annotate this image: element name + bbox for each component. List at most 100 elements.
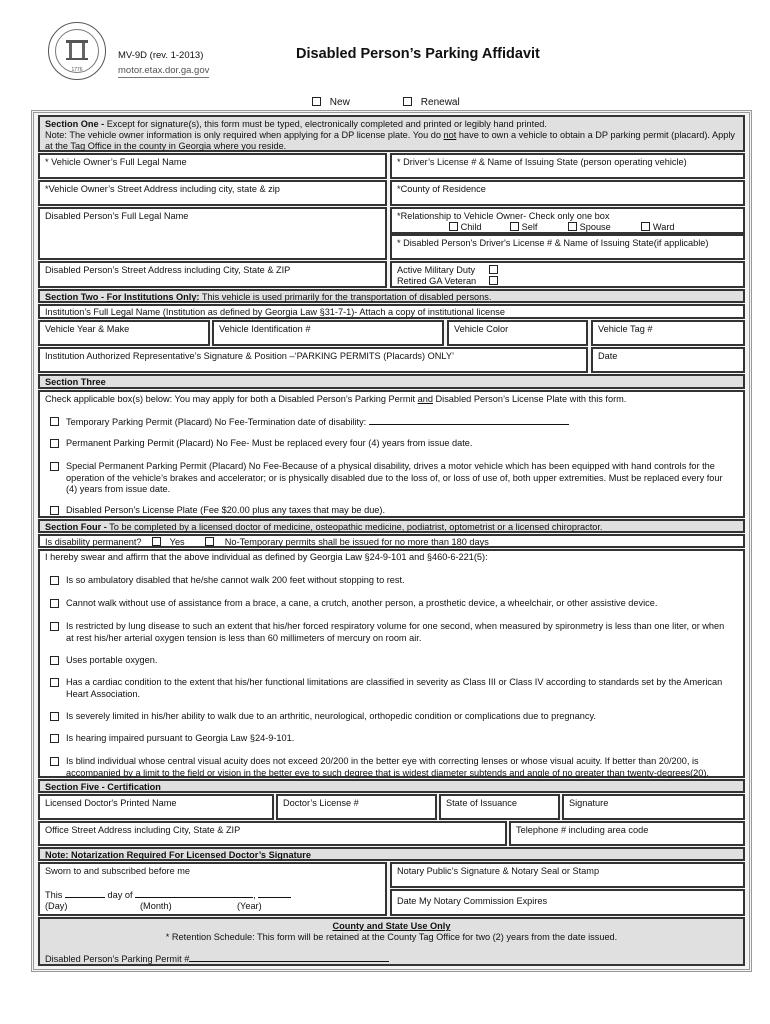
vehicle-tag-field[interactable]: Vehicle Tag # [591, 320, 745, 346]
disabled-person-license-field[interactable]: * Disabled Person's Driver's License # &… [390, 234, 745, 260]
doctor-name-field[interactable]: Licensed Doctor's Printed Name [38, 794, 274, 820]
relationship-child[interactable]: Child [449, 222, 482, 232]
field-label: Institution’s Full Legal Name (Instituti… [45, 307, 505, 317]
permanent-permit-checkbox[interactable] [50, 439, 59, 448]
new-checkbox[interactable] [312, 97, 321, 106]
condition-item[interactable]: Is blind individual whose central visual… [50, 756, 733, 779]
field-label: Date My Notary Commission Expires [397, 896, 548, 906]
field-label: * Driver’s License # & Name of Issuing S… [397, 157, 687, 167]
termination-date-field[interactable] [368, 416, 569, 425]
condition-checkbox[interactable] [50, 734, 59, 743]
active-military-checkbox[interactable] [489, 265, 498, 274]
vehicle-owner-name-field[interactable]: * Vehicle Owner’s Full Legal Name [38, 153, 387, 179]
notary-title: Note: Notarization Required For Licensed… [45, 850, 311, 860]
permanent-question: Is disability permanent? [45, 537, 142, 547]
spouse-checkbox[interactable] [568, 222, 578, 231]
disabled-person-name-field[interactable]: Disabled Person’s Full Legal Name [38, 207, 387, 260]
relationship-field: *Relationship to Vehicle Owner- Check on… [390, 207, 745, 234]
relationship-self[interactable]: Self [510, 222, 537, 232]
condition-item[interactable]: Has a cardiac condition to the extent th… [50, 677, 733, 700]
field-label: Office Street Address including City, St… [45, 825, 241, 835]
section-four-header: Section Four - To be completed by a lice… [38, 519, 745, 533]
new-label: New [329, 97, 350, 108]
disability-permanent-row: Is disability permanent? Yes No-Temporar… [38, 534, 745, 548]
permit-number-field[interactable] [189, 953, 390, 962]
vehicle-year-make-field[interactable]: Vehicle Year & Make [38, 320, 210, 346]
doctor-license-field[interactable]: Doctor’s License # [276, 794, 437, 820]
telephone-field[interactable]: Telephone # including area code [509, 821, 745, 846]
field-label: Licensed Doctor's Printed Name [45, 798, 177, 808]
county-of-residence-field[interactable]: *County of Residence [390, 180, 745, 206]
disabled-person-address-field[interactable]: Disabled Person’s Street Address includi… [38, 261, 387, 288]
affirmation-text: I hereby swear and affirm that the above… [45, 552, 488, 562]
seal-year: 1776 [71, 67, 83, 73]
retention-schedule: * Retention Schedule: This form will be … [165, 932, 618, 942]
field-label: * Vehicle Owner’s Full Legal Name [45, 157, 187, 167]
new-option[interactable]: New [312, 97, 350, 108]
field-label: Vehicle Year & Make [45, 324, 130, 334]
condition-checkbox[interactable] [50, 576, 59, 585]
child-checkbox[interactable] [449, 222, 458, 231]
section-one-note: Note: The vehicle owner information is o… [45, 130, 735, 151]
condition-item[interactable]: Uses portable oxygen. [50, 655, 733, 667]
permanent-no-checkbox[interactable] [205, 537, 215, 546]
website-link[interactable]: motor.etax.dor.ga.gov [118, 65, 210, 78]
conditions-list: I hereby swear and affirm that the above… [38, 549, 745, 778]
month-field[interactable] [135, 889, 254, 898]
temporary-permit-option[interactable]: Temporary Parking Permit (Placard) No Fe… [50, 416, 733, 429]
condition-checkbox[interactable] [50, 622, 59, 631]
temporary-permit-checkbox[interactable] [50, 417, 59, 426]
commission-expires-field[interactable]: Date My Notary Commission Expires [390, 889, 745, 916]
state-of-issuance-field[interactable]: State of Issuance [439, 794, 560, 820]
condition-checkbox[interactable] [50, 599, 59, 608]
license-plate-checkbox[interactable] [50, 506, 59, 515]
notary-signature-field[interactable]: Notary Public’s Signature & Notary Seal … [390, 862, 745, 888]
permit-number-row: Disabled Person’s Parking Permit # [45, 953, 738, 965]
institution-date-field[interactable]: Date [591, 347, 745, 373]
field-label: Disabled Person’s Street Address includi… [45, 265, 291, 275]
special-permanent-permit-checkbox[interactable] [50, 462, 59, 471]
doctor-signature-field[interactable]: Signature [562, 794, 745, 820]
condition-item[interactable]: Is hearing impaired pursuant to Georgia … [50, 733, 733, 745]
day-field[interactable] [64, 889, 105, 898]
vehicle-owner-address-field[interactable]: *Vehicle Owner’s Street Address includin… [38, 180, 387, 206]
vin-field[interactable]: Vehicle Identification # [212, 320, 444, 346]
permanent-yes-checkbox[interactable] [152, 537, 162, 546]
condition-item[interactable]: Cannot walk without use of assistance fr… [50, 598, 733, 610]
field-label: *Relationship to Vehicle Owner- Check on… [397, 211, 610, 221]
ward-checkbox[interactable] [641, 222, 651, 231]
field-label: Telephone # including area code [516, 825, 649, 835]
permanent-permit-option[interactable]: Permanent Parking Permit (Placard) No Fe… [50, 438, 733, 450]
section-two-title: Section Two - [45, 292, 107, 302]
field-label: * Disabled Person's Driver's License # &… [397, 238, 709, 248]
self-checkbox[interactable] [510, 222, 520, 231]
condition-checkbox[interactable] [50, 757, 59, 766]
form-container: Section One - Except for signature(s), t… [31, 110, 752, 972]
section-three-title: Section Three [45, 377, 106, 387]
year-field[interactable] [258, 889, 292, 898]
license-plate-option[interactable]: Disabled Person’s License Plate (Fee $20… [50, 505, 733, 517]
relationship-ward[interactable]: Ward [641, 222, 675, 232]
condition-item[interactable]: Is restricted by lung disease to such an… [50, 621, 733, 644]
office-address-field[interactable]: Office Street Address including City, St… [38, 821, 507, 846]
sworn-field: Sworn to and subscribed before me This d… [38, 862, 387, 916]
field-label: Vehicle Tag # [598, 324, 653, 334]
section-three-intro: Check applicable box(s) below: You may a… [45, 394, 627, 404]
vehicle-color-field[interactable]: Vehicle Color [447, 320, 588, 346]
condition-item[interactable]: Is so ambulatory disabled that he/she ca… [50, 575, 733, 587]
institution-name-field[interactable]: Institution’s Full Legal Name (Instituti… [38, 304, 745, 319]
relationship-spouse[interactable]: Spouse [568, 222, 611, 232]
condition-item[interactable]: Is severely limited in his/her ability t… [50, 711, 733, 723]
retired-veteran-checkbox[interactable] [489, 275, 498, 285]
renewal-option[interactable]: Renewal [403, 97, 460, 108]
drivers-license-field[interactable]: * Driver’s License # & Name of Issuing S… [390, 153, 745, 179]
rep-signature-field[interactable]: Institution Authorized Representative’s … [38, 347, 588, 373]
condition-checkbox[interactable] [50, 712, 59, 721]
seal-arch-icon [66, 40, 88, 60]
field-label: Disabled Person’s Full Legal Name [45, 211, 189, 221]
section-one-title: Section One - [45, 119, 105, 129]
condition-checkbox[interactable] [50, 678, 59, 687]
condition-checkbox[interactable] [50, 656, 59, 665]
renewal-checkbox[interactable] [403, 97, 412, 106]
special-permanent-permit-option[interactable]: Special Permanent Parking Permit (Placar… [50, 461, 733, 496]
